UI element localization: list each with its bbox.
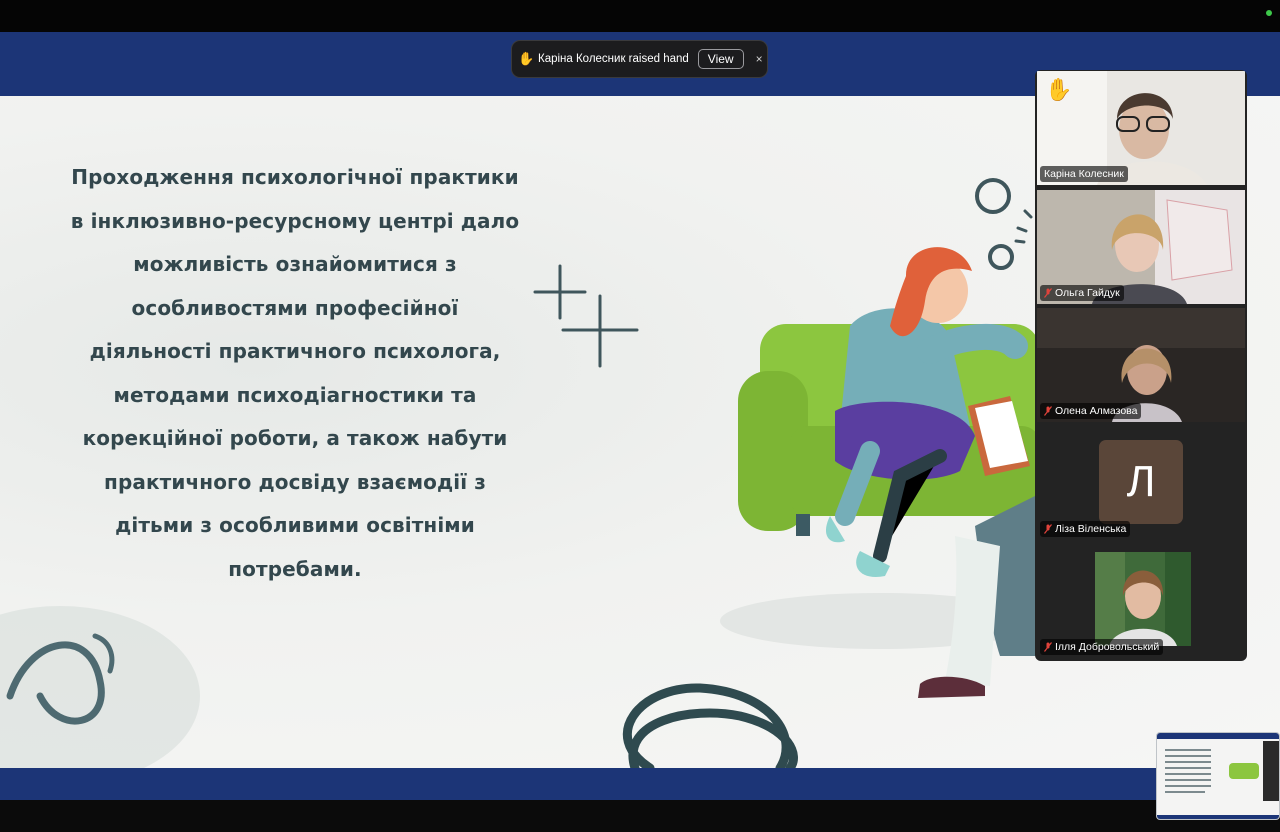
mic-muted-icon: [1044, 642, 1052, 652]
participant-tile[interactable]: Олена Алмазова: [1037, 308, 1245, 422]
close-icon[interactable]: ×: [756, 52, 763, 66]
mic-muted-icon: [1044, 524, 1052, 534]
raised-hand-icon: ✋: [518, 51, 535, 66]
participants-gallery: ✋ Каріна Колесник Ольга Гайдук Олена Алм…: [1035, 70, 1247, 661]
avatar: Л: [1099, 440, 1183, 524]
participant-name: Ліза Віленська: [1040, 521, 1131, 537]
mic-muted-icon: [1044, 288, 1052, 298]
window-top-bar: [0, 0, 1280, 32]
participant-tile[interactable]: Ольга Гайдук: [1037, 190, 1245, 304]
slide-bottom-band: [0, 768, 1280, 800]
raised-hand-icon: ✋: [1045, 77, 1073, 102]
raised-hand-notification: ✋ Каріна Колесник raised hand View ×: [511, 40, 768, 78]
participant-tile[interactable]: Л Ліза Віленська: [1037, 426, 1245, 540]
slide-body-text: Проходження психологічної практики в інк…: [70, 165, 520, 581]
participant-name: Ілля Добровольський: [1040, 639, 1164, 655]
mic-muted-icon: [1044, 406, 1052, 416]
self-view-thumbnail[interactable]: [1156, 732, 1280, 820]
status-indicator-icon: [1266, 10, 1272, 16]
participant-tile[interactable]: Ілля Добровольський: [1037, 544, 1245, 658]
view-button[interactable]: View: [697, 49, 744, 69]
slide-thumbnail-preview: [1157, 733, 1279, 819]
participant-name: Каріна Колесник: [1040, 166, 1128, 182]
participant-tile[interactable]: ✋ Каріна Колесник: [1037, 71, 1245, 185]
participant-name: Олена Алмазова: [1040, 403, 1142, 419]
participant-name: Ольга Гайдук: [1040, 285, 1124, 301]
notification-text: Каріна Колесник raised hand: [538, 53, 689, 65]
